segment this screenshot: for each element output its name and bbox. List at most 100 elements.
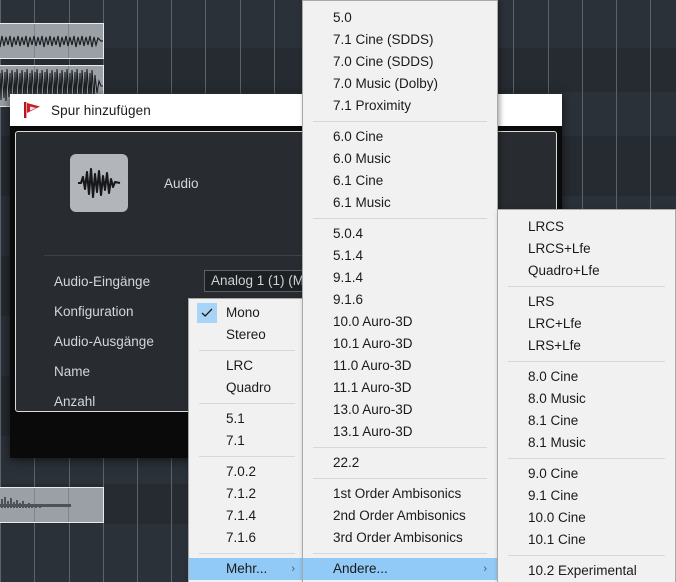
menu-item[interactable]: LRC+Lfe — [498, 313, 675, 335]
menu-item-label: 10.1 Auro-3D — [333, 336, 413, 351]
menu-separator — [508, 361, 665, 362]
menu-separator — [313, 478, 487, 479]
menu-item[interactable]: 10.1 Cine — [498, 529, 675, 551]
menu-item[interactable]: 8.1 Music — [498, 432, 675, 454]
menu-item[interactable]: 3rd Order Ambisonics — [303, 527, 497, 549]
menu-item-label: 7.0 Cine (SDDS) — [333, 54, 434, 69]
menu-item[interactable]: Quadro — [189, 377, 305, 399]
menu-item-label: 7.1 Proximity — [333, 98, 412, 113]
waveform — [0, 35, 103, 48]
menu-item-label: LRS — [528, 294, 555, 309]
menu-item-label: 9.1 Cine — [528, 488, 579, 503]
menu-item-label: 10.1 Cine — [528, 532, 586, 547]
menu-item[interactable]: 6.0 Cine — [303, 126, 497, 148]
menu-separator — [508, 555, 665, 556]
menu-item[interactable]: Quadro+Lfe — [498, 260, 675, 282]
menu-item[interactable]: 7.0 Music (Dolby) — [303, 73, 497, 95]
menu-item[interactable]: 10.2 Experimental — [498, 560, 675, 582]
screen: Spur hinzufügen Audio Audio-Eingänge Ana… — [0, 0, 676, 582]
menu-item-label: LRCS — [528, 219, 565, 234]
audio-clip[interactable] — [0, 23, 104, 59]
menu-item-label: 7.0.2 — [226, 464, 257, 479]
menu-item-label: 6.0 Cine — [333, 129, 384, 144]
menu-item[interactable]: 9.1.6 — [303, 289, 497, 311]
menu-item[interactable]: 6.1 Music — [303, 192, 497, 214]
menu-item[interactable]: 10.0 Cine — [498, 507, 675, 529]
menu-item[interactable]: LRS — [498, 291, 675, 313]
menu-item[interactable]: 7.1.6 — [189, 527, 305, 549]
menu-item[interactable]: Mono — [189, 302, 305, 324]
menu-item[interactable]: 9.1 Cine — [498, 485, 675, 507]
menu-item[interactable]: Stereo — [189, 324, 305, 346]
menu-item[interactable]: LRC — [189, 355, 305, 377]
menu-item[interactable]: 10.1 Auro-3D — [303, 333, 497, 355]
menu-item[interactable]: 22.2 — [303, 452, 497, 474]
other-submenu[interactable]: LRCS LRCS+Lfe Quadro+Lfe LRS LRC+Lfe LRS+Lfe 8… — [497, 209, 676, 582]
menu-item-label: 2nd Order Ambisonics — [333, 508, 466, 523]
menu-item-label: 10.0 Auro-3D — [333, 314, 413, 329]
menu-item[interactable]: LRCS — [498, 216, 675, 238]
menu-item-label: 7.1.2 — [226, 486, 257, 501]
audio-clip[interactable] — [0, 487, 104, 523]
menu-separator — [313, 121, 487, 122]
menu-item[interactable]: 8.0 Music — [498, 388, 675, 410]
menu-item[interactable]: 7.1 — [189, 430, 305, 452]
menu-item-label: Mehr... — [226, 561, 268, 576]
menu-item[interactable]: 11.1 Auro-3D — [303, 377, 497, 399]
menu-item-label: 7.0 Music (Dolby) — [333, 76, 439, 91]
menu-separator — [508, 286, 665, 287]
menu-item[interactable]: 7.1.4 — [189, 505, 305, 527]
menu-item-label: 5.0 — [333, 10, 352, 25]
menu-item[interactable]: 7.1 Proximity — [303, 95, 497, 117]
menu-item-label: Stereo — [226, 327, 266, 342]
menu-item[interactable]: 8.0 Cine — [498, 366, 675, 388]
menu-item-label: 8.1 Cine — [528, 413, 579, 428]
menu-item[interactable]: 1st Order Ambisonics — [303, 483, 497, 505]
menu-item[interactable]: LRS+Lfe — [498, 335, 675, 357]
menu-item[interactable]: 11.0 Auro-3D — [303, 355, 497, 377]
menu-item-label: LRC — [226, 358, 254, 373]
menu-item[interactable]: 7.0 Cine (SDDS) — [303, 51, 497, 73]
menu-item[interactable]: 10.0 Auro-3D — [303, 311, 497, 333]
dialog-title: Spur hinzufügen — [51, 102, 151, 118]
more-submenu[interactable]: 5.0 7.1 Cine (SDDS) 7.0 Cine (SDDS) 7.0 Mus… — [302, 0, 498, 582]
menu-item[interactable]: 7.0.2 — [189, 461, 305, 483]
menu-item-label: LRS+Lfe — [528, 338, 581, 353]
menu-item-label: 7.1 — [226, 433, 245, 448]
menu-item-label: 22.2 — [333, 455, 360, 470]
menu-item[interactable]: 5.1 — [189, 408, 305, 430]
menu-item[interactable]: 7.1 Cine (SDDS) — [303, 29, 497, 51]
menu-item[interactable]: 5.0 — [303, 7, 497, 29]
menu-item[interactable]: Andere... › — [303, 558, 497, 580]
menu-item[interactable]: 9.1.4 — [303, 267, 497, 289]
chevron-right-icon: › — [483, 563, 487, 575]
menu-item[interactable]: 5.0.4 — [303, 223, 497, 245]
menu-item[interactable]: Mehr... › — [189, 558, 305, 580]
menu-item-label: 6.1 Music — [333, 195, 391, 210]
menu-item[interactable]: LRCS+Lfe — [498, 238, 675, 260]
nuendo-flag-icon — [24, 102, 40, 118]
menu-item[interactable]: 5.1.4 — [303, 245, 497, 267]
menu-item[interactable]: 13.1 Auro-3D — [303, 421, 497, 443]
menu-item-label: 8.0 Music — [528, 391, 586, 406]
menu-separator — [313, 218, 487, 219]
menu-item[interactable]: 9.0 Cine — [498, 463, 675, 485]
menu-item[interactable]: 7.1.2 — [189, 483, 305, 505]
menu-item-label: 8.0 Cine — [528, 369, 579, 384]
menu-item[interactable]: 2nd Order Ambisonics — [303, 505, 497, 527]
menu-item[interactable]: 8.1 Cine — [498, 410, 675, 432]
configuration-menu[interactable]: Mono Stereo LRC Quadro 5.1 7.1 7.0.2 7.1.2 7.1.4… — [188, 298, 306, 582]
menu-item-label: 13.0 Auro-3D — [333, 402, 413, 417]
menu-item-label: 8.1 Music — [528, 435, 586, 450]
menu-separator — [199, 403, 295, 404]
check-icon — [197, 303, 217, 323]
menu-item[interactable]: 13.0 Auro-3D — [303, 399, 497, 421]
menu-item-label: LRCS+Lfe — [528, 241, 591, 256]
menu-item[interactable]: 6.0 Music — [303, 148, 497, 170]
menu-item-label: 7.1.6 — [226, 530, 257, 545]
menu-item-label: 7.1 Cine (SDDS) — [333, 32, 434, 47]
menu-item-label: 10.0 Cine — [528, 510, 586, 525]
menu-item-label: 7.1.4 — [226, 508, 257, 523]
menu-item[interactable]: 6.1 Cine — [303, 170, 497, 192]
label-audio-inputs: Audio-Eingänge — [54, 273, 151, 289]
